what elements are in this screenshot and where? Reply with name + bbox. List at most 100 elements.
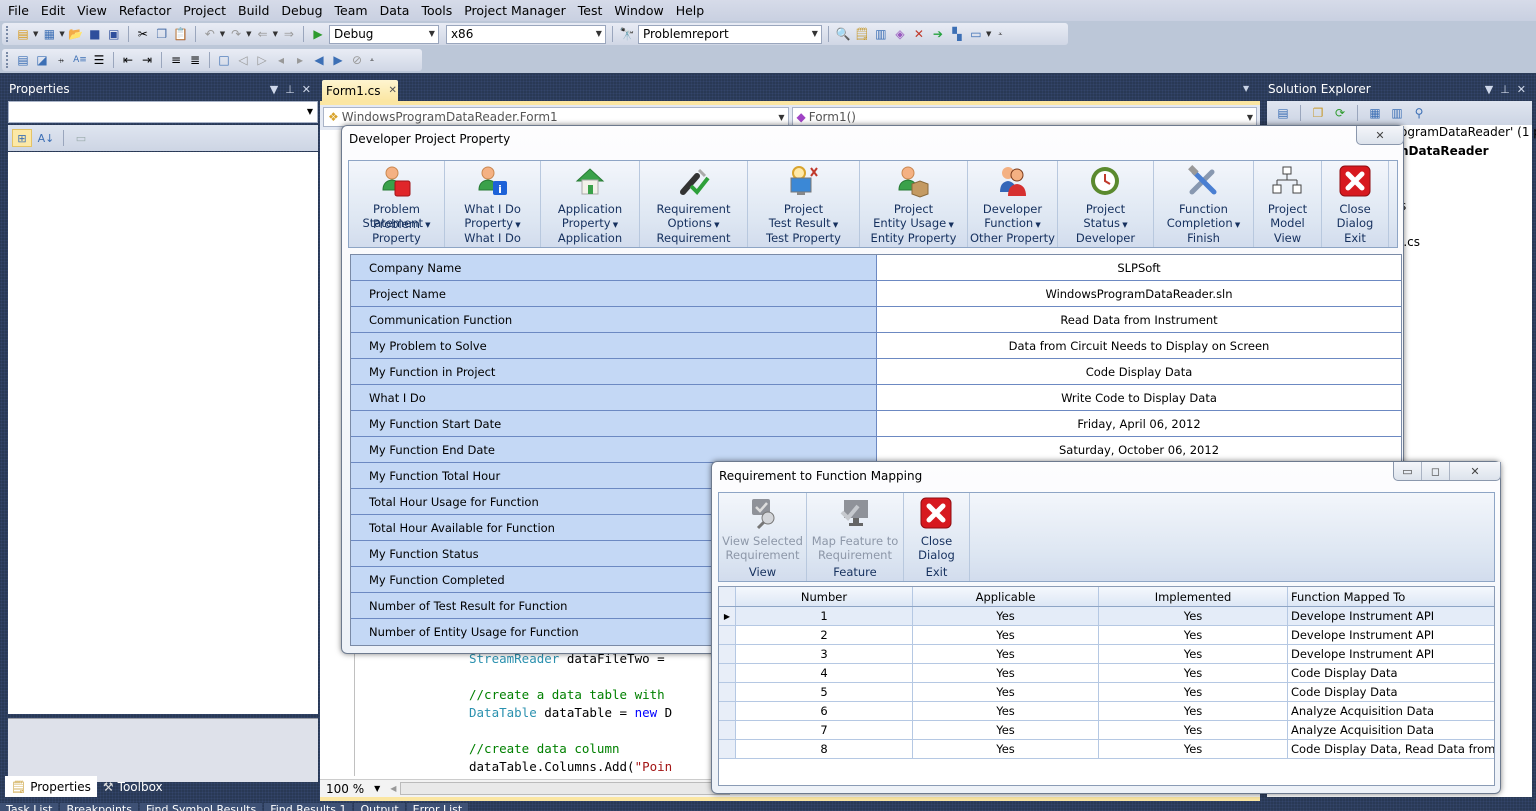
property-row[interactable]: My Problem to Solve Data from Circuit Nee… xyxy=(351,333,1401,359)
toggle-bookmark-icon[interactable]: □ xyxy=(216,52,232,68)
toolbox-icon[interactable]: ✕ xyxy=(911,26,927,42)
property-value[interactable]: SLPSoft xyxy=(877,255,1401,280)
chevron-down-icon[interactable]: ▼ xyxy=(307,107,313,116)
menu-window[interactable]: Window xyxy=(608,3,669,18)
add-item-icon[interactable]: ▦ xyxy=(41,26,57,42)
application-property-button[interactable]: Application Property ▼ xyxy=(558,161,622,232)
menu-team[interactable]: Team xyxy=(329,3,374,18)
column-header-function-mapped-to[interactable]: Function Mapped To xyxy=(1288,587,1494,606)
comment-lines-icon[interactable]: ≡ xyxy=(168,52,184,68)
close-dialog-button[interactable]: Close Dialog xyxy=(918,493,955,562)
new-project-icon[interactable]: ▤ xyxy=(15,26,31,42)
property-row[interactable]: What I Do Write Code to Display Data xyxy=(351,385,1401,411)
tool-tab-find-symbol-results[interactable]: Find Symbol Results xyxy=(139,803,263,811)
menu-tools[interactable]: Tools xyxy=(415,3,458,18)
chevron-down-icon[interactable]: ▼ xyxy=(246,30,251,38)
table-cell[interactable]: Yes xyxy=(913,721,1099,739)
find-input[interactable]: Problemreport ▼ xyxy=(637,24,822,44)
window-position-icon[interactable]: ▼ xyxy=(270,83,278,96)
requirement-options-button[interactable]: Requirement Options ▼ xyxy=(657,161,730,232)
open-folder-icon[interactable]: 📂 xyxy=(68,26,84,42)
table-cell[interactable]: Code Display Data, Read Data from In... xyxy=(1288,740,1494,758)
menu-data[interactable]: Data xyxy=(374,3,416,18)
property-row[interactable]: My Function End Date Saturday, October 06… xyxy=(351,437,1401,463)
close-icon[interactable]: ✕ xyxy=(1357,126,1403,144)
close-tab-icon[interactable]: ✕ xyxy=(389,85,397,96)
table-row[interactable]: 2 Yes Yes Develope Instrument API xyxy=(719,626,1494,645)
table-cell[interactable]: Yes xyxy=(913,645,1099,663)
menu-help[interactable]: Help xyxy=(670,3,711,18)
table-cell[interactable]: 3 xyxy=(736,645,913,663)
row-header[interactable] xyxy=(719,702,736,720)
object-browser-icon[interactable]: ▥ xyxy=(873,26,889,42)
find-symbol-icon[interactable]: 🔍 xyxy=(835,26,851,42)
start-page-icon[interactable]: ➔ xyxy=(930,26,946,42)
auto-hide-pin-icon[interactable]: ⊥ xyxy=(285,83,295,96)
tool-tab-output[interactable]: Output xyxy=(354,803,405,811)
code-text[interactable]: StreamReader dataFileTwo = //create a da… xyxy=(469,650,672,776)
row-header[interactable] xyxy=(719,721,736,739)
undo-icon[interactable]: ↶ xyxy=(202,26,218,42)
property-row[interactable]: Communication Function Read Data from Ins… xyxy=(351,307,1401,333)
solution-config-select[interactable]: Debug ▼ xyxy=(328,24,439,44)
decrease-indent-icon[interactable]: ⇤ xyxy=(120,52,136,68)
tool-tab-error-list[interactable]: Error List xyxy=(406,803,469,811)
table-cell[interactable]: Code Display Data xyxy=(1288,664,1494,682)
table-row[interactable]: ▶ 1 Yes Yes Develope Instrument API xyxy=(719,607,1494,626)
solution-node[interactable]: ogramDataReader' (1 pr xyxy=(1400,125,1536,139)
solution-platform-select[interactable]: x86 ▼ xyxy=(445,24,606,44)
chevron-down-icon[interactable]: ▼ xyxy=(220,30,225,38)
auto-hide-pin-icon[interactable]: ⊥ xyxy=(1500,83,1510,96)
redo-icon[interactable]: ↷ xyxy=(228,26,244,42)
table-cell[interactable]: Yes xyxy=(913,626,1099,644)
table-cell[interactable]: 8 xyxy=(736,740,913,758)
property-value[interactable]: WindowsProgramDataReader.sln xyxy=(877,281,1401,306)
previous-bookmark-icon[interactable]: ◁ xyxy=(235,52,251,68)
quick-info-icon[interactable]: ⍆ xyxy=(53,52,69,68)
tab-toolbox[interactable]: ⚒ Toolbox xyxy=(97,776,169,797)
menu-refactor[interactable]: Refactor xyxy=(113,3,177,18)
table-row[interactable]: 3 Yes Yes Develope Instrument API xyxy=(719,645,1494,664)
previous-bookmark-in-folder-icon[interactable]: ◂ xyxy=(273,52,289,68)
table-cell[interactable]: Analyze Acquisition Data xyxy=(1288,721,1494,739)
properties-icon[interactable]: ▤ xyxy=(1275,105,1291,121)
row-header[interactable] xyxy=(719,664,736,682)
close-icon[interactable]: ✕ xyxy=(1450,462,1500,480)
view-code-icon[interactable]: ▦ xyxy=(1367,105,1383,121)
view-class-diagram-icon[interactable]: ⚲ xyxy=(1411,105,1427,121)
table-row[interactable]: 8 Yes Yes Code Display Data, Read Data from… xyxy=(719,740,1494,759)
table-cell[interactable]: Yes xyxy=(913,607,1099,625)
view-designer-icon[interactable]: ▥ xyxy=(1389,105,1405,121)
object-selector[interactable]: ▼ xyxy=(8,101,318,123)
chevron-down-icon[interactable]: ▼ xyxy=(429,29,435,38)
menu-file[interactable]: File xyxy=(2,3,35,18)
row-header[interactable] xyxy=(719,626,736,644)
chevron-down-icon[interactable]: ▼ xyxy=(59,30,64,38)
paste-icon[interactable]: 📋 xyxy=(173,26,189,42)
row-header[interactable] xyxy=(719,645,736,663)
navigate-forward-icon[interactable]: ⇒ xyxy=(281,26,297,42)
table-cell[interactable]: Yes xyxy=(1099,683,1288,701)
table-cell[interactable]: Yes xyxy=(1099,626,1288,644)
cut-icon[interactable]: ✂ xyxy=(135,26,151,42)
project-entity-usage-button[interactable]: Project Entity Usage ▼ xyxy=(873,161,954,232)
chevron-down-icon[interactable]: ▼ xyxy=(778,113,784,122)
property-value[interactable]: Write Code to Display Data xyxy=(877,385,1401,410)
command-window-icon[interactable]: ▭ xyxy=(968,26,984,42)
tool-tab-breakpoints[interactable]: Breakpoints xyxy=(60,803,138,811)
menu-edit[interactable]: Edit xyxy=(35,3,71,18)
property-row[interactable]: My Function in Project Code Display Data xyxy=(351,359,1401,385)
properties-window-icon[interactable]: 🗒 xyxy=(854,26,870,42)
start-debugging-icon[interactable]: ▶ xyxy=(310,26,326,42)
table-cell[interactable]: Yes xyxy=(1099,664,1288,682)
tool-tab-task-list[interactable]: Task List xyxy=(0,803,59,811)
table-cell[interactable]: Yes xyxy=(1099,607,1288,625)
close-icon[interactable]: ✕ xyxy=(1517,83,1526,96)
insert-snippet-icon[interactable]: ☰ xyxy=(91,52,107,68)
chevron-down-icon[interactable]: ▼ xyxy=(596,29,602,38)
clear-bookmarks-icon[interactable]: ⊘ xyxy=(349,52,365,68)
copy-icon[interactable]: ❐ xyxy=(154,26,170,42)
table-cell[interactable]: 7 xyxy=(736,721,913,739)
chevron-down-icon[interactable]: ▼ xyxy=(374,784,380,793)
property-row[interactable]: Company Name SLPSoft xyxy=(351,255,1401,281)
